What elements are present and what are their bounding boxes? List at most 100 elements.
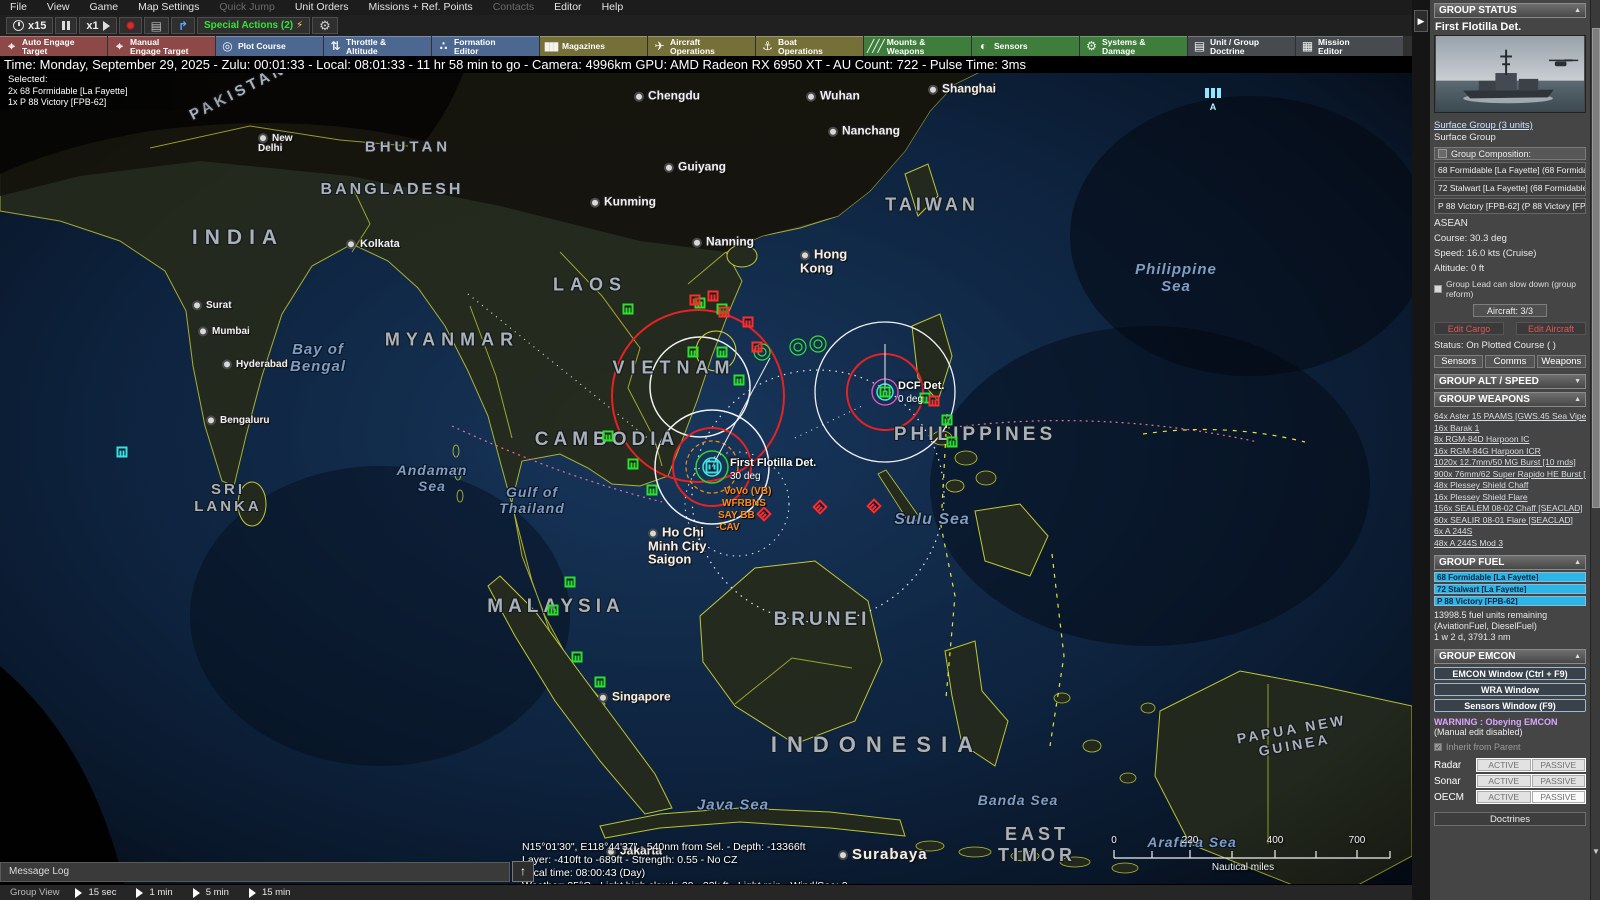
selected-group-symbol[interactable] bbox=[706, 461, 719, 474]
menu-missions-refpoints[interactable]: Missions + Ref. Points bbox=[359, 0, 483, 15]
hostile-unit[interactable] bbox=[719, 307, 730, 318]
friendly-unit[interactable] bbox=[623, 304, 634, 315]
auto-engage-button[interactable]: ⌖Auto Engage Target bbox=[0, 36, 107, 56]
satellite-icon[interactable] bbox=[1205, 88, 1221, 98]
timestep-5min-button[interactable]: 5 min bbox=[187, 885, 243, 900]
menu-file[interactable]: File bbox=[0, 0, 37, 15]
record-button[interactable] bbox=[119, 17, 142, 34]
menu-game[interactable]: Game bbox=[80, 0, 129, 15]
friendly-unit[interactable] bbox=[942, 415, 953, 426]
group-weapons-header[interactable]: GROUP WEAPONS ▲ bbox=[1434, 392, 1586, 407]
friendly-unit[interactable] bbox=[572, 652, 583, 663]
menu-unit-orders[interactable]: Unit Orders bbox=[285, 0, 359, 15]
oecm-active-button[interactable]: ACTIVE bbox=[1477, 791, 1531, 803]
comms-tab-button[interactable]: Comms bbox=[1485, 355, 1534, 368]
play-button[interactable]: x1 bbox=[79, 17, 116, 34]
magazines-button[interactable]: ▮▮▮Magazines bbox=[540, 36, 647, 56]
hostile-unit[interactable] bbox=[743, 317, 754, 328]
hostile-unit[interactable] bbox=[929, 396, 940, 407]
composition-row[interactable]: 72 Stalwart [La Fayette] (68 Formidable … bbox=[1434, 180, 1586, 196]
panel-collapse-button[interactable]: ▶ bbox=[1414, 10, 1428, 32]
settings-button[interactable]: ⚙ bbox=[312, 17, 338, 34]
manual-engage-button[interactable]: ⌖Manual Engage Target bbox=[108, 36, 215, 56]
friendly-unit[interactable] bbox=[647, 485, 658, 496]
weapons-tab-button[interactable]: Weapons bbox=[1537, 355, 1586, 368]
weapon-link[interactable]: 48x A 244S Mod 3 bbox=[1434, 538, 1586, 550]
composition-row[interactable]: P 88 Victory [FPB-62] (P 88 Victory [FPB… bbox=[1434, 198, 1586, 214]
boat-operations-button[interactable]: ⚓Boat Operations bbox=[756, 36, 863, 56]
timestep-1min-button[interactable]: 1 min bbox=[130, 885, 186, 900]
sidebar-scrollbar[interactable]: ▼ bbox=[1590, 0, 1600, 900]
fuel-gauge[interactable]: P 88 Victory [FPB-62] bbox=[1434, 596, 1586, 606]
timestep-15sec-button[interactable]: 15 sec bbox=[69, 885, 130, 900]
group-composition-header[interactable]: Group Composition: bbox=[1434, 147, 1586, 160]
special-actions-button[interactable]: Special Actions (2) ⚡ bbox=[197, 17, 310, 34]
weapon-link[interactable]: 156x SEALEM 08-02 Chaff [SEACLAD] bbox=[1434, 503, 1586, 515]
inherit-parent-checkbox[interactable]: ✓ Inherit from Parent bbox=[1434, 742, 1586, 752]
group-status-header[interactable]: GROUP STATUS ▲ bbox=[1434, 3, 1586, 18]
doctrines-button[interactable]: Doctrines bbox=[1434, 812, 1586, 826]
radar-active-button[interactable]: ACTIVE bbox=[1477, 759, 1531, 771]
mission-editor-button[interactable]: ▦Mission Editor bbox=[1296, 36, 1403, 56]
throttle-altitude-button[interactable]: ⇅Throttle & Altitude bbox=[324, 36, 431, 56]
menu-view[interactable]: View bbox=[37, 0, 80, 15]
group-emcon-header[interactable]: GROUP EMCON ▲ bbox=[1434, 649, 1586, 664]
weapon-link[interactable]: 8x RGM-84D Harpoon IC bbox=[1434, 434, 1586, 446]
sensors-button[interactable]: ◐Sensors bbox=[972, 36, 1079, 56]
fuel-gauge[interactable]: 68 Formidable [La Fayette] bbox=[1434, 572, 1586, 582]
edit-cargo-button[interactable]: Edit Cargo bbox=[1434, 322, 1504, 335]
wra-window-button[interactable]: WRA Window bbox=[1434, 683, 1586, 696]
timestep-15min-button[interactable]: 15 min bbox=[243, 885, 305, 900]
surface-group-link[interactable]: Surface Group (3 units) bbox=[1434, 120, 1586, 131]
friendly-unit[interactable] bbox=[595, 677, 606, 688]
weapon-link[interactable]: 60x SEALIR 08-01 Flare [SEACLAD] bbox=[1434, 515, 1586, 527]
fuel-gauge[interactable]: 72 Stalwart [La Fayette] bbox=[1434, 584, 1586, 594]
scrollbar-down-icon[interactable]: ▼ bbox=[1591, 846, 1600, 858]
neutral-unit[interactable] bbox=[117, 447, 128, 458]
group-lead-checkbox[interactable]: Group Lead can slow down (group reform) bbox=[1434, 279, 1586, 299]
time-compression-button[interactable]: x15 bbox=[6, 17, 53, 34]
dcf-group-symbol[interactable] bbox=[880, 387, 891, 398]
radar-passive-button[interactable]: PASSIVE bbox=[1532, 759, 1586, 771]
map-layers-button[interactable]: ▤ bbox=[144, 17, 169, 34]
weapon-link[interactable]: 48x Plessey Shield Chaff bbox=[1434, 480, 1586, 492]
weapon-link[interactable]: 1020x 12.7mm/50 MG Burst [10 rnds] bbox=[1434, 457, 1586, 469]
hostile-unit[interactable] bbox=[752, 342, 763, 353]
aircraft-button[interactable]: Aircraft: 3/3 bbox=[1473, 304, 1547, 317]
friendly-unit[interactable] bbox=[565, 577, 576, 588]
weapon-link[interactable]: 16x Plessey Shield Flare bbox=[1434, 492, 1586, 504]
mounts-weapons-button[interactable]: ╱╱╱Mounts & Weapons bbox=[864, 36, 971, 56]
group-fuel-header[interactable]: GROUP FUEL ▲ bbox=[1434, 555, 1586, 570]
friendly-unit[interactable] bbox=[603, 431, 614, 442]
message-log-expand-button[interactable]: ↑ bbox=[512, 861, 534, 882]
weapon-link[interactable]: 16x RGM-84G Harpoon ICR bbox=[1434, 446, 1586, 458]
menu-editor[interactable]: Editor bbox=[544, 0, 591, 15]
sensors-window-button[interactable]: Sensors Window (F9) bbox=[1434, 699, 1586, 712]
pause-button[interactable] bbox=[55, 17, 77, 34]
aircraft-operations-button[interactable]: ✈Aircraft Operations bbox=[648, 36, 755, 56]
friendly-unit[interactable] bbox=[548, 605, 559, 616]
weapon-link[interactable]: 64x Aster 15 PAAMS [GWS.45 Sea Viper] bbox=[1434, 411, 1586, 423]
friendly-unit[interactable] bbox=[947, 437, 958, 448]
friendly-unit[interactable] bbox=[628, 459, 639, 470]
message-log-bar[interactable]: Message Log bbox=[0, 862, 510, 882]
friendly-unit[interactable] bbox=[734, 375, 745, 386]
formation-editor-button[interactable]: ∴Formation Editor bbox=[432, 36, 539, 56]
edit-aircraft-button[interactable]: Edit Aircraft bbox=[1516, 322, 1586, 335]
group-alt-speed-header[interactable]: GROUP ALT / SPEED ▼ bbox=[1434, 374, 1586, 389]
systems-damage-button[interactable]: ⚙Systems & Damage bbox=[1080, 36, 1187, 56]
doctrine-button[interactable]: ▤Unit / Group Doctrine bbox=[1188, 36, 1295, 56]
weapon-link[interactable]: 900x 76mm/62 Super Rapido HE Burst [2 m bbox=[1434, 469, 1586, 481]
menu-map-settings[interactable]: Map Settings bbox=[128, 0, 209, 15]
weapon-link[interactable]: 16x Barak 1 bbox=[1434, 423, 1586, 435]
friendly-unit[interactable] bbox=[717, 347, 728, 358]
scrollbar-thumb[interactable] bbox=[1592, 28, 1600, 508]
sonar-active-button[interactable]: ACTIVE bbox=[1477, 775, 1531, 787]
menu-help[interactable]: Help bbox=[592, 0, 634, 15]
emcon-window-button[interactable]: EMCON Window (Ctrl + F9) bbox=[1434, 667, 1586, 680]
plot-course-button[interactable]: ◎Plot Course bbox=[216, 36, 323, 56]
tactical-map[interactable]: PAKISTAN INDIA BHUTAN BANGLADESH MYANMAR… bbox=[0, 56, 1412, 900]
sensors-tab-button[interactable]: Sensors bbox=[1434, 355, 1483, 368]
composition-row[interactable]: 68 Formidable [La Fayette] (68 Formidabl… bbox=[1434, 162, 1586, 178]
sonar-passive-button[interactable]: PASSIVE bbox=[1532, 775, 1586, 787]
